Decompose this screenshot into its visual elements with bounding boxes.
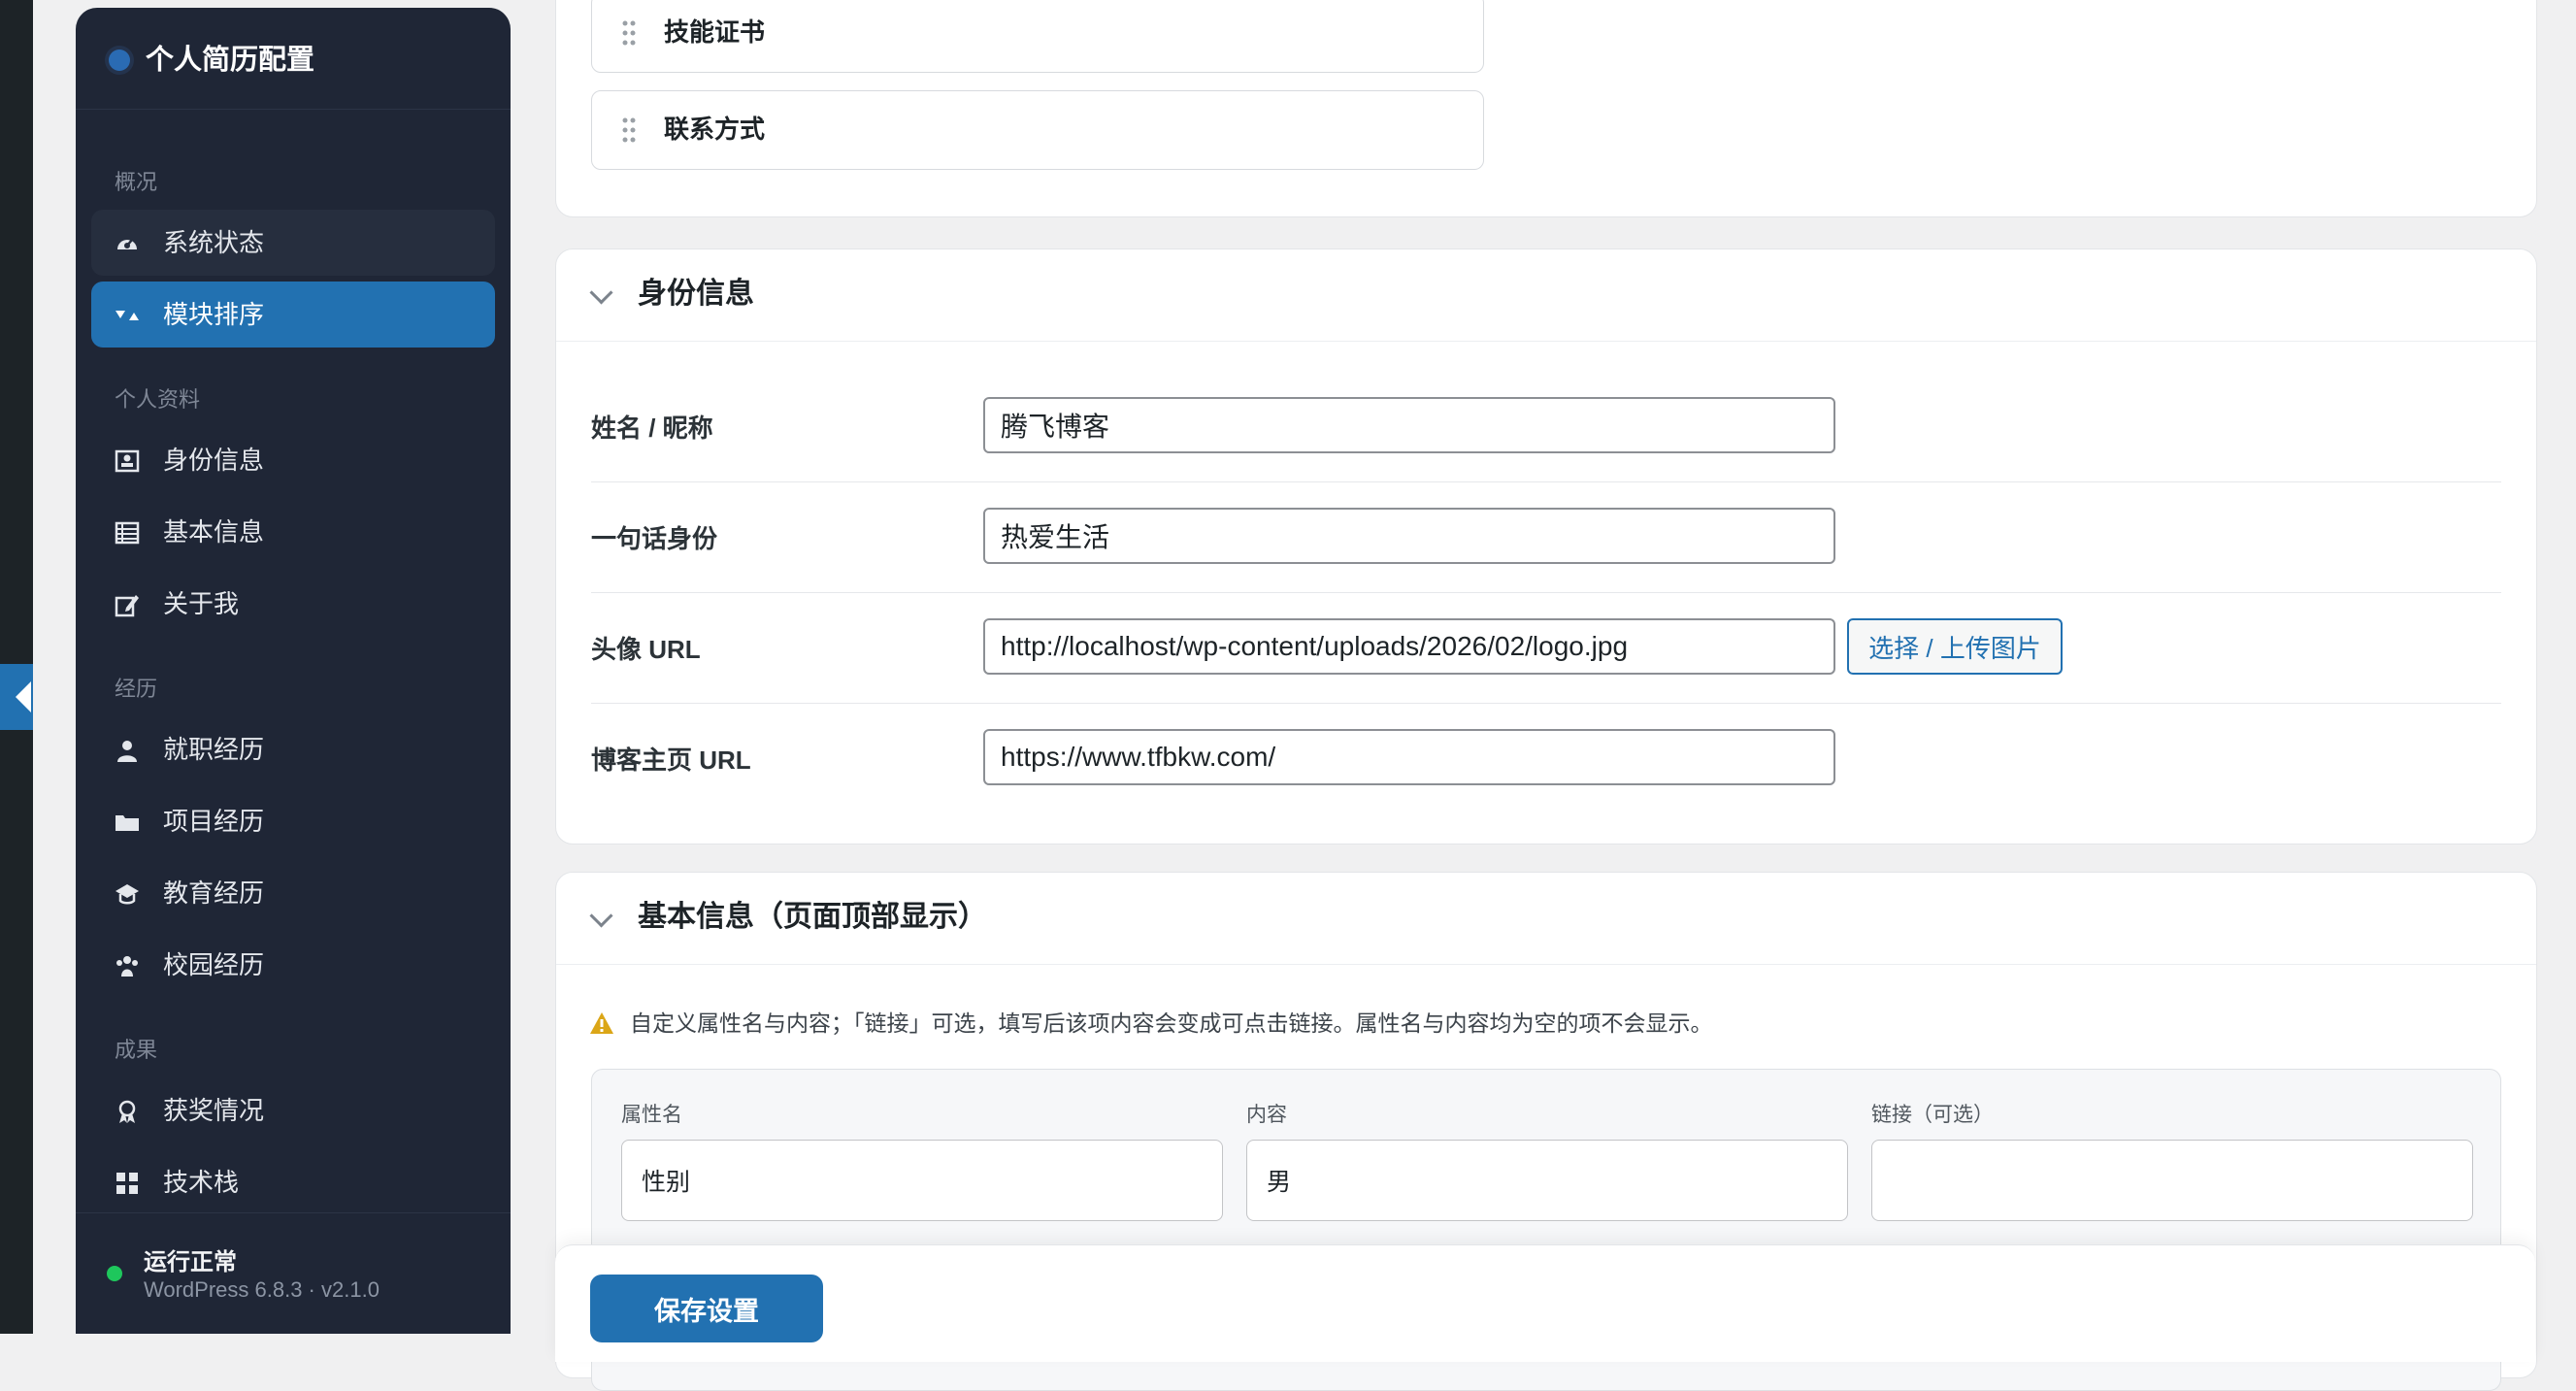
- sidebar-item-module-sort[interactable]: 模块排序: [91, 282, 495, 348]
- attr-link-input[interactable]: [1871, 1140, 2473, 1221]
- identity-card-title: 身份信息: [638, 278, 754, 310]
- sidebar-item-label: 模块排序: [163, 300, 265, 329]
- section-profile: 个人资料: [115, 387, 201, 412]
- chevron-left-icon: [16, 681, 31, 712]
- group-icon: [116, 956, 138, 977]
- name-input[interactable]: [983, 397, 1835, 453]
- sidebar-header: 个人简历配置: [76, 8, 511, 110]
- sidebar-item-about[interactable]: 关于我: [91, 571, 495, 637]
- award-icon: [118, 1100, 136, 1123]
- chevron-down-icon: [589, 904, 613, 928]
- basic-info-card-header[interactable]: 基本信息（页面顶部显示）: [556, 873, 2536, 965]
- identity-card: 身份信息 姓名 / 昵称 一句话身份 头像 URL 选择 / 上传图片 博客主页…: [555, 248, 2537, 845]
- sidebar-item-basic-info[interactable]: 基本信息: [91, 499, 495, 565]
- sidebar-item-label: 教育经历: [163, 878, 265, 908]
- notice-text: 自定义属性名与内容；「链接」可选，填写后该项内容会变成可点击链接。属性名与内容均…: [630, 1010, 1713, 1036]
- divider: [591, 703, 2501, 704]
- brand-dot-icon: [109, 50, 130, 71]
- sidebar-item-label: 基本信息: [163, 517, 265, 546]
- save-bar: 保存设置: [555, 1244, 2535, 1362]
- avatar-url-input[interactable]: [983, 618, 1835, 675]
- sidebar-title: 个人简历配置: [146, 45, 315, 76]
- identity-card-header[interactable]: 身份信息: [556, 249, 2536, 342]
- tagline-label: 一句话身份: [591, 524, 718, 553]
- table-icon: [115, 521, 140, 545]
- section-achievements: 成果: [115, 1038, 158, 1062]
- dashboard-icon: [117, 239, 137, 249]
- avatar-url-label: 头像 URL: [591, 635, 701, 664]
- sidebar-item-education[interactable]: 教育经历: [91, 860, 495, 926]
- drag-handle-icon[interactable]: [621, 19, 637, 47]
- sidebar-item-label: 校园经历: [163, 950, 265, 979]
- sidebar-footer: 运行正常 WordPress 6.8.3 · v2.1.0: [76, 1212, 511, 1334]
- sidebar: 个人简历配置 概况 系统状态 模块排序 个人资料 身份信息 基本信息 关于我 经…: [76, 8, 511, 1334]
- col-label-name: 属性名: [621, 1104, 682, 1126]
- sidebar-item-work[interactable]: 就职经历: [91, 716, 495, 782]
- section-overview: 概况: [115, 170, 158, 194]
- sidebar-item-awards[interactable]: 获奖情况: [91, 1077, 495, 1143]
- version-text: WordPress 6.8.3 · v2.1.0: [144, 1277, 380, 1302]
- sidebar-item-label: 项目经历: [163, 807, 265, 836]
- sidebar-item-tech-stack[interactable]: 技术栈: [91, 1149, 495, 1215]
- sidebar-item-project[interactable]: 项目经历: [91, 788, 495, 854]
- graduation-cap-icon: [116, 884, 139, 905]
- sidebar-item-label: 身份信息: [163, 446, 265, 475]
- grid-icon: [116, 1173, 138, 1194]
- upload-image-button[interactable]: 选择 / 上传图片: [1847, 618, 2063, 675]
- basic-info-card-title: 基本信息（页面顶部显示）: [638, 901, 987, 933]
- sidebar-item-label: 获奖情况: [163, 1096, 265, 1125]
- folder-icon: [116, 815, 139, 831]
- sidebar-item-system-status[interactable]: 系统状态: [91, 210, 495, 276]
- sidebar-item-campus[interactable]: 校园经历: [91, 932, 495, 998]
- name-label: 姓名 / 昵称: [591, 414, 713, 443]
- sidebar-item-label: 就职经历: [163, 735, 265, 764]
- save-settings-button[interactable]: 保存设置: [590, 1275, 823, 1342]
- person-icon: [117, 741, 137, 762]
- sidebar-item-identity[interactable]: 身份信息: [91, 427, 495, 493]
- module-label: 联系方式: [664, 115, 766, 144]
- col-label-link: 链接（可选）: [1871, 1104, 1994, 1126]
- sidebar-item-label: 系统状态: [163, 228, 265, 257]
- divider: [591, 481, 2501, 482]
- sort-icon: [116, 311, 139, 320]
- attr-name-input[interactable]: [621, 1140, 1223, 1221]
- module-row-certificates[interactable]: 技能证书: [591, 0, 1484, 73]
- section-experience: 经历: [115, 677, 158, 701]
- module-row-contact[interactable]: 联系方式: [591, 90, 1484, 170]
- module-label: 技能证书: [664, 17, 766, 47]
- tagline-input[interactable]: [983, 508, 1835, 564]
- status-text: 运行正常: [144, 1249, 237, 1275]
- sidebar-item-label: 关于我: [163, 589, 240, 618]
- divider: [591, 592, 2501, 593]
- drag-handle-icon[interactable]: [621, 116, 637, 144]
- status-dot-icon: [107, 1266, 122, 1281]
- blog-url-label: 博客主页 URL: [591, 745, 751, 775]
- chevron-down-icon: [589, 281, 613, 305]
- module-sort-card: 技能证书 联系方式: [555, 0, 2537, 217]
- id-card-icon: [115, 449, 140, 473]
- blog-url-input[interactable]: [983, 729, 1835, 785]
- warning-icon: [590, 1012, 613, 1034]
- attr-content-input[interactable]: [1246, 1140, 1848, 1221]
- col-label-content: 内容: [1246, 1104, 1287, 1126]
- edit-icon: [115, 595, 139, 617]
- sidebar-item-label: 技术栈: [163, 1168, 240, 1197]
